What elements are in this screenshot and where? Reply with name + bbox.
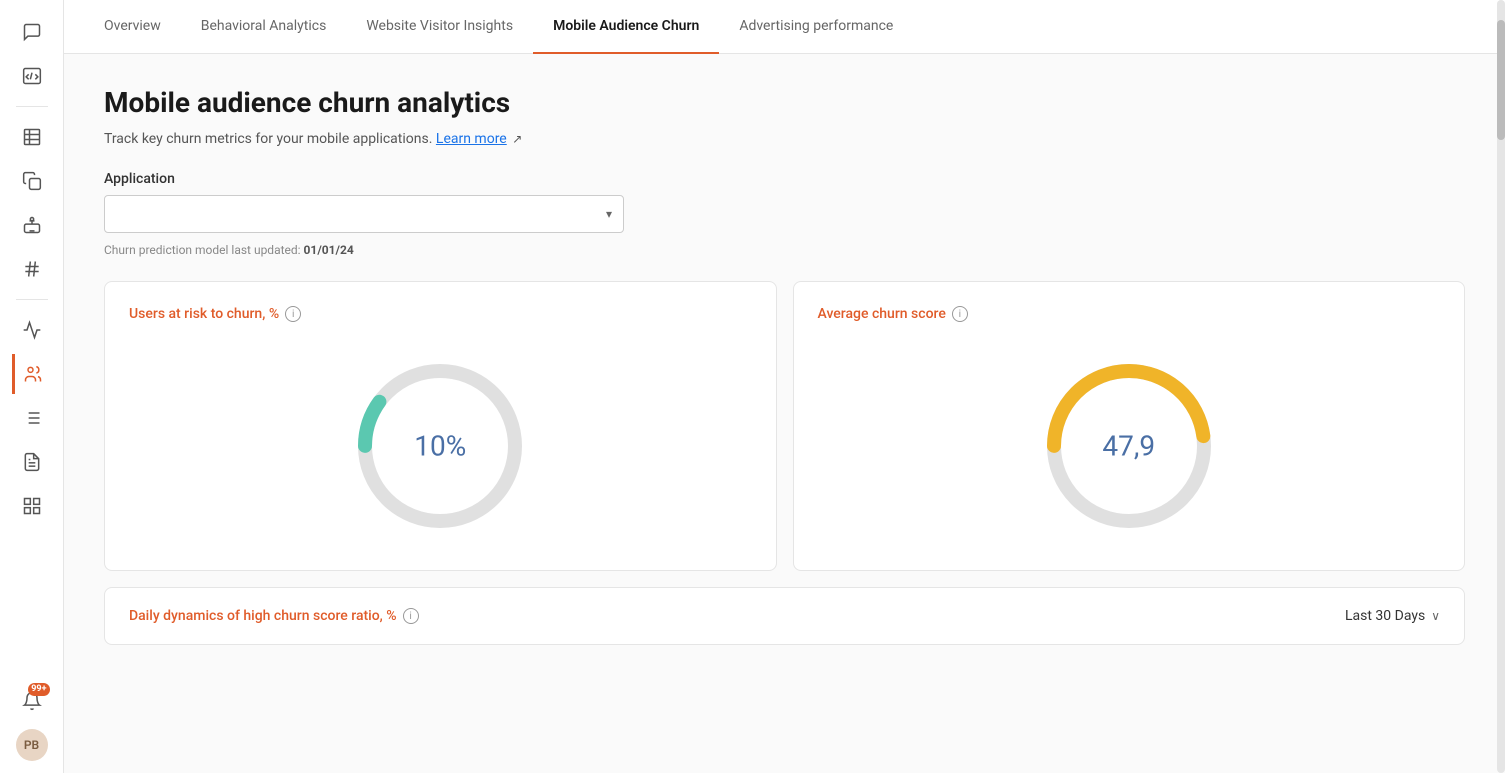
notification-badge: 99+ [28, 683, 49, 696]
tab-overview[interactable]: Overview [84, 0, 181, 54]
daily-dynamics-card: Daily dynamics of high churn score ratio… [104, 587, 1465, 645]
date-filter-label: Last 30 Days [1345, 608, 1425, 624]
scrollbar-thumb[interactable] [1497, 20, 1505, 140]
scrollbar[interactable] [1497, 0, 1505, 773]
update-info: Churn prediction model last updated: 01/… [104, 243, 1465, 257]
chat-icon[interactable] [12, 12, 52, 52]
donut-churn: 47,9 [1029, 346, 1229, 546]
notification-button[interactable]: 99+ [12, 681, 52, 721]
robot-icon[interactable] [12, 205, 52, 245]
analytics-icon[interactable] [12, 310, 52, 350]
daily-dynamics-title: Daily dynamics of high churn score ratio… [129, 608, 397, 624]
tab-mobile[interactable]: Mobile Audience Churn [533, 0, 719, 54]
nav-tabs: Overview Behavioral Analytics Website Vi… [64, 0, 1505, 54]
external-link-icon: ↗ [512, 132, 522, 146]
date-filter-arrow-icon: ∨ [1431, 609, 1440, 623]
info-icon-risk[interactable]: i [285, 306, 301, 322]
page-subtitle: Track key churn metrics for your mobile … [104, 131, 1465, 147]
donut-value-churn: 47,9 [1102, 430, 1155, 463]
table-icon[interactable] [12, 117, 52, 157]
sidebar-bottom: 99+ PB [12, 681, 52, 761]
card-header-risk: Users at risk to churn, % i [129, 306, 752, 322]
content-area: Mobile audience churn analytics Track ke… [64, 54, 1505, 773]
donut-risk: 10% [340, 346, 540, 546]
card-title-risk: Users at risk to churn, % [129, 306, 279, 322]
users-at-risk-card: Users at risk to churn, % i 10% [104, 281, 777, 571]
info-icon-churn[interactable]: i [952, 306, 968, 322]
donut-value-risk: 10% [414, 430, 466, 463]
tab-visitor[interactable]: Website Visitor Insights [346, 0, 533, 54]
main-content: Overview Behavioral Analytics Website Vi… [64, 0, 1505, 773]
application-label: Application [104, 171, 1465, 187]
card-header-churn: Average churn score i [818, 306, 1441, 322]
update-date: 01/01/24 [304, 243, 354, 257]
avg-churn-card: Average churn score i 47,9 [793, 281, 1466, 571]
page-title: Mobile audience churn analytics [104, 86, 1465, 119]
list-icon[interactable] [12, 398, 52, 438]
daily-dynamics-left: Daily dynamics of high churn score ratio… [129, 608, 419, 624]
grid-icon[interactable] [12, 486, 52, 526]
card-title-churn: Average churn score [818, 306, 946, 322]
application-select-wrapper: ▾ [104, 195, 624, 233]
hash-icon[interactable] [12, 249, 52, 289]
code-icon[interactable] [12, 56, 52, 96]
tab-behavioral[interactable]: Behavioral Analytics [181, 0, 347, 54]
audience-icon[interactable] [12, 354, 52, 394]
sidebar-divider-2 [16, 299, 48, 300]
copy-icon[interactable] [12, 161, 52, 201]
tab-advertising[interactable]: Advertising performance [719, 0, 913, 54]
application-select[interactable] [104, 195, 624, 233]
sidebar: 99+ PB [0, 0, 64, 773]
report-icon[interactable] [12, 442, 52, 482]
metrics-cards: Users at risk to churn, % i 10% [104, 281, 1465, 571]
learn-more-link[interactable]: Learn more [436, 131, 507, 147]
sidebar-divider-1 [16, 106, 48, 107]
info-icon-daily[interactable]: i [403, 608, 419, 624]
avatar[interactable]: PB [16, 729, 48, 761]
date-filter[interactable]: Last 30 Days ∨ [1345, 608, 1440, 624]
